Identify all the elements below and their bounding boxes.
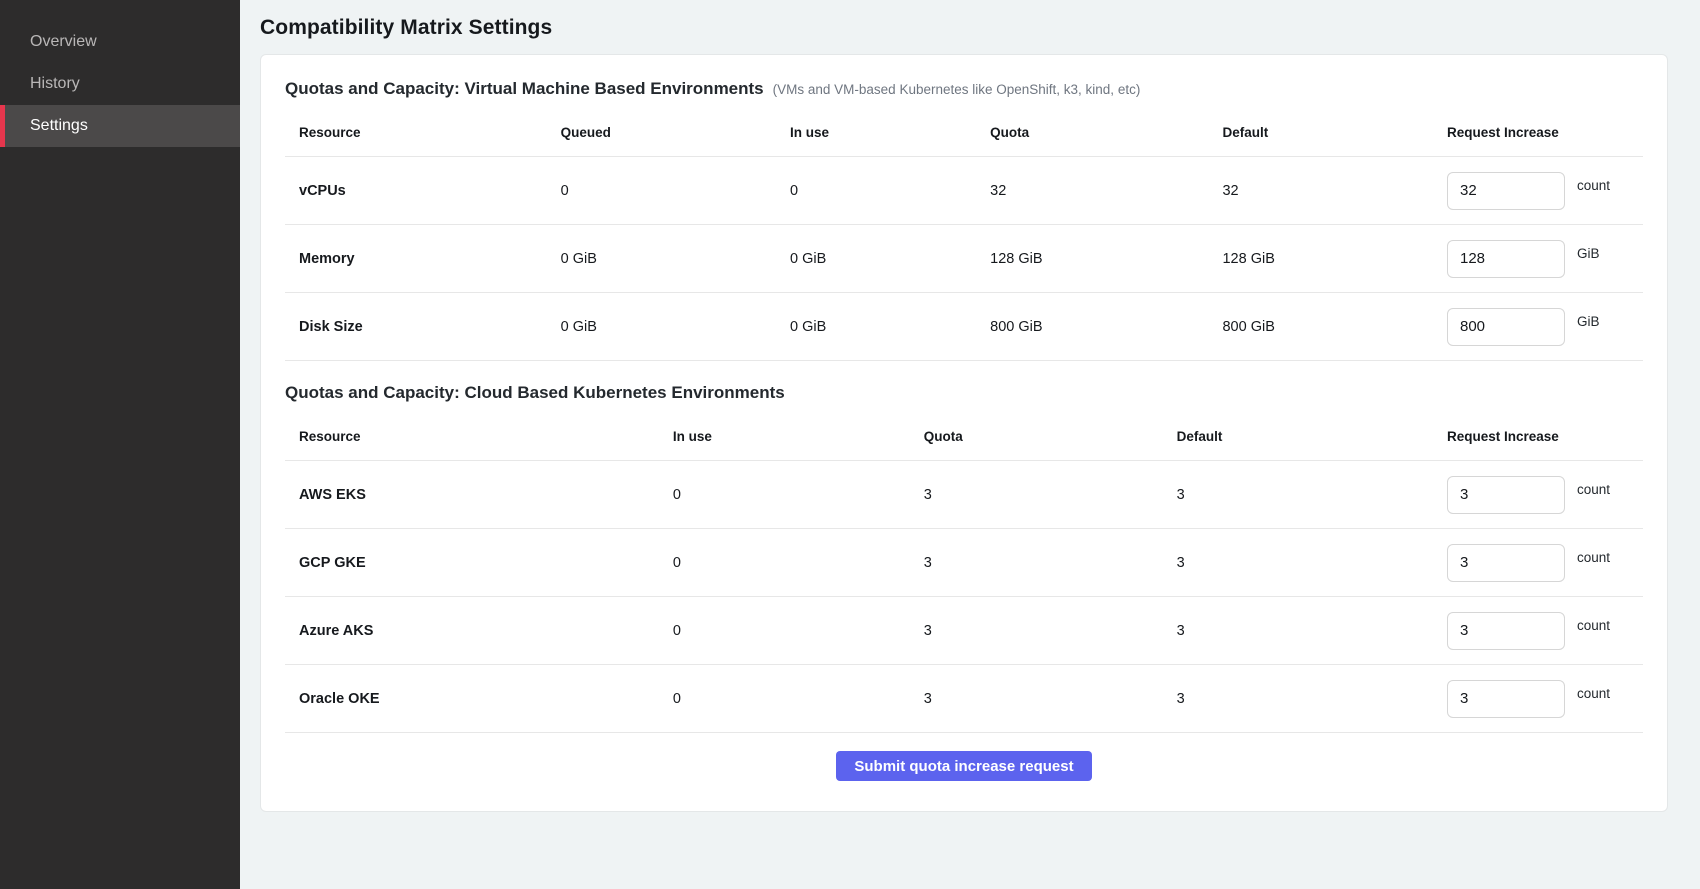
resource-name: Disk Size (299, 319, 561, 335)
default-value: 3 (1177, 555, 1447, 571)
table-row-aws-eks: AWS EKS 0 3 3 count (285, 461, 1643, 529)
quota-value: 3 (924, 691, 1177, 707)
aws-eks-request-increase-input[interactable] (1447, 476, 1565, 514)
unit-label: count (1577, 482, 1610, 497)
in-use-value: 0 (790, 183, 990, 199)
oracle-oke-request-increase-input[interactable] (1447, 680, 1565, 718)
resource-name: Azure AKS (299, 623, 673, 639)
cloud-table-header: Resource In use Quota Default Request In… (285, 417, 1643, 461)
quota-value: 3 (924, 555, 1177, 571)
quota-value: 128 GiB (990, 251, 1222, 267)
unit-label: count (1577, 550, 1610, 565)
default-value: 3 (1177, 487, 1447, 503)
resource-name: GCP GKE (299, 555, 673, 571)
column-header-resource: Resource (299, 429, 673, 444)
vm-section-note: (VMs and VM-based Kubernetes like OpenSh… (773, 82, 1141, 97)
vcpus-request-increase-input[interactable] (1447, 172, 1565, 210)
default-value: 800 GiB (1222, 319, 1447, 335)
unit-label: count (1577, 618, 1610, 633)
unit-label: GiB (1577, 246, 1600, 261)
quota-settings-card: Quotas and Capacity: Virtual Machine Bas… (260, 54, 1668, 812)
memory-request-increase-input[interactable] (1447, 240, 1565, 278)
cloud-quota-table: Resource In use Quota Default Request In… (285, 417, 1643, 733)
vm-table-header: Resource Queued In use Quota Default Req… (285, 113, 1643, 157)
table-row-vcpus: vCPUs 0 0 32 32 count (285, 157, 1643, 225)
cloud-section-header: Quotas and Capacity: Cloud Based Kuberne… (285, 383, 1643, 403)
vm-section-header: Quotas and Capacity: Virtual Machine Bas… (285, 79, 1643, 99)
column-header-quota: Quota (924, 429, 1177, 444)
quota-value: 3 (924, 623, 1177, 639)
disk-size-request-increase-input[interactable] (1447, 308, 1565, 346)
table-row-disk-size: Disk Size 0 GiB 0 GiB 800 GiB 800 GiB Gi… (285, 293, 1643, 361)
in-use-value: 0 (673, 555, 924, 571)
column-header-quota: Quota (990, 125, 1222, 140)
column-header-in-use: In use (790, 125, 990, 140)
default-value: 32 (1222, 183, 1447, 199)
in-use-value: 0 (673, 691, 924, 707)
table-row-memory: Memory 0 GiB 0 GiB 128 GiB 128 GiB GiB (285, 225, 1643, 293)
default-value: 3 (1177, 691, 1447, 707)
card-footer: Submit quota increase request (285, 733, 1643, 797)
column-header-resource: Resource (299, 125, 561, 140)
main-content: Compatibility Matrix Settings Quotas and… (240, 0, 1700, 889)
sidebar-item-settings[interactable]: Settings (0, 105, 240, 147)
sidebar-item-label: Overview (30, 33, 97, 51)
gcp-gke-request-increase-input[interactable] (1447, 544, 1565, 582)
sidebar-item-label: History (30, 75, 80, 93)
unit-label: count (1577, 178, 1610, 193)
column-header-queued: Queued (561, 125, 790, 140)
vm-section-title: Quotas and Capacity: Virtual Machine Bas… (285, 79, 764, 99)
default-value: 3 (1177, 623, 1447, 639)
submit-quota-increase-button[interactable]: Submit quota increase request (836, 751, 1091, 781)
queued-value: 0 GiB (561, 319, 790, 335)
sidebar-item-history[interactable]: History (0, 63, 240, 105)
in-use-value: 0 GiB (790, 251, 990, 267)
column-header-request-increase: Request Increase (1447, 125, 1629, 140)
column-header-in-use: In use (673, 429, 924, 444)
in-use-value: 0 GiB (790, 319, 990, 335)
column-header-default: Default (1222, 125, 1447, 140)
azure-aks-request-increase-input[interactable] (1447, 612, 1565, 650)
quota-value: 32 (990, 183, 1222, 199)
column-header-default: Default (1177, 429, 1447, 444)
resource-name: Oracle OKE (299, 691, 673, 707)
cloud-section-title: Quotas and Capacity: Cloud Based Kuberne… (285, 383, 785, 403)
resource-name: AWS EKS (299, 487, 673, 503)
resource-name: Memory (299, 251, 561, 267)
sidebar: Overview History Settings (0, 0, 240, 889)
resource-name: vCPUs (299, 183, 561, 199)
table-row-gcp-gke: GCP GKE 0 3 3 count (285, 529, 1643, 597)
page-title: Compatibility Matrix Settings (260, 16, 1668, 40)
table-row-azure-aks: Azure AKS 0 3 3 count (285, 597, 1643, 665)
in-use-value: 0 (673, 623, 924, 639)
queued-value: 0 GiB (561, 251, 790, 267)
column-header-request-increase: Request Increase (1447, 429, 1629, 444)
sidebar-item-label: Settings (30, 117, 88, 135)
sidebar-item-overview[interactable]: Overview (0, 21, 240, 63)
quota-value: 800 GiB (990, 319, 1222, 335)
queued-value: 0 (561, 183, 790, 199)
vm-quota-table: Resource Queued In use Quota Default Req… (285, 113, 1643, 361)
table-row-oracle-oke: Oracle OKE 0 3 3 count (285, 665, 1643, 733)
default-value: 128 GiB (1222, 251, 1447, 267)
in-use-value: 0 (673, 487, 924, 503)
quota-value: 3 (924, 487, 1177, 503)
unit-label: count (1577, 686, 1610, 701)
unit-label: GiB (1577, 314, 1600, 329)
